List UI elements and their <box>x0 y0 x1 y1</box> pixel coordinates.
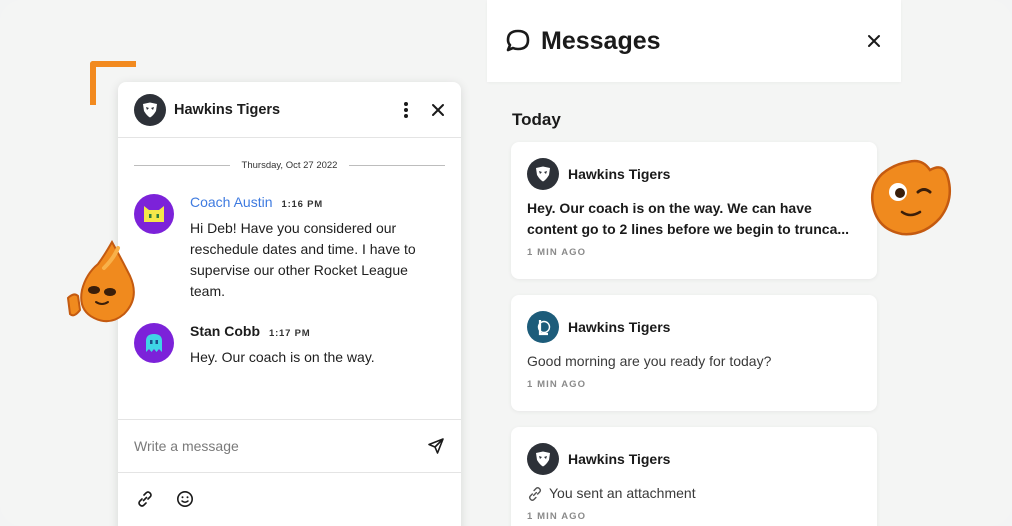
conversation-preview-row: You sent an attachment <box>527 483 861 504</box>
message-time: 1:16 PM <box>281 199 324 210</box>
stage: Hawkins Tigers Thursday, Oct 27 2022 Coa… <box>0 0 1012 526</box>
tiger-shield-icon <box>536 451 550 467</box>
team-avatar <box>527 158 559 190</box>
message-composer <box>118 419 461 473</box>
conversation-card[interactable]: Hawkins Tigers Good morning are you read… <box>511 295 877 411</box>
chat-bubble-icon <box>506 29 530 52</box>
chat-message: Coach Austin 1:16 PM Hi Deb! Have you co… <box>134 194 445 302</box>
emoji-icon[interactable] <box>176 490 194 508</box>
send-icon[interactable] <box>427 437 445 455</box>
link-icon <box>528 486 542 501</box>
conversation-card[interactable]: Hawkins Tigers Hey. Our coach is on the … <box>511 142 877 279</box>
conversation-time: 1 MIN AGO <box>527 247 587 258</box>
conversation-time: 1 MIN AGO <box>527 511 587 522</box>
conversation-card[interactable]: Hawkins Tigers You sent an attachment 1 … <box>511 427 877 526</box>
messages-panel-header: Messages <box>487 0 901 82</box>
team-avatar <box>527 311 559 343</box>
chat-window: Hawkins Tigers Thursday, Oct 27 2022 Coa… <box>118 82 461 526</box>
flame-mascot-thumbs-up-icon <box>66 239 135 323</box>
composer-tools <box>136 490 194 508</box>
chat-header: Hawkins Tigers <box>118 82 461 138</box>
close-icon[interactable] <box>431 103 445 117</box>
conversation-preview: Hey. Our coach is on the way. We can hav… <box>527 200 850 237</box>
conversation-preview: You sent an attachment <box>549 485 696 501</box>
date-divider: Thursday, Oct 27 2022 <box>134 158 445 172</box>
conversation-time: 1 MIN AGO <box>527 379 587 390</box>
flame-mascot-wink-icon <box>871 159 951 236</box>
conversation-title: Hawkins Tigers <box>568 319 671 335</box>
message-input[interactable] <box>134 438 427 454</box>
avatar[interactable] <box>134 323 174 363</box>
tiger-shield-icon <box>143 102 157 117</box>
close-icon[interactable] <box>867 34 881 48</box>
conversation-preview: Good morning are you ready for today? <box>527 353 772 369</box>
tiger-shield-icon <box>536 166 550 182</box>
team-avatar <box>527 443 559 475</box>
message-text: Hey. Our coach is on the way. <box>190 349 375 365</box>
cat-face-icon <box>144 206 164 222</box>
link-icon[interactable] <box>136 490 154 508</box>
chat-title: Hawkins Tigers <box>174 101 281 118</box>
panel-title: Messages <box>541 26 661 55</box>
team-avatar <box>134 93 166 126</box>
section-label: Today <box>512 110 561 129</box>
conversation-title: Hawkins Tigers <box>568 451 671 467</box>
conversation-title: Hawkins Tigers <box>568 166 671 182</box>
date-divider-label: Thursday, Oct 27 2022 <box>241 159 338 171</box>
sender-name[interactable]: Coach Austin <box>190 194 273 210</box>
avatar[interactable] <box>134 194 174 234</box>
more-options-icon[interactable] <box>403 101 409 119</box>
league-logo-icon <box>537 320 551 336</box>
chat-message: Stan Cobb 1:17 PM Hey. Our coach is on t… <box>134 323 445 368</box>
message-text: Hi Deb! Have you considered our reschedu… <box>190 220 416 299</box>
ghost-icon <box>146 334 162 352</box>
sender-name[interactable]: Stan Cobb <box>190 323 260 339</box>
message-time: 1:17 PM <box>269 328 311 339</box>
